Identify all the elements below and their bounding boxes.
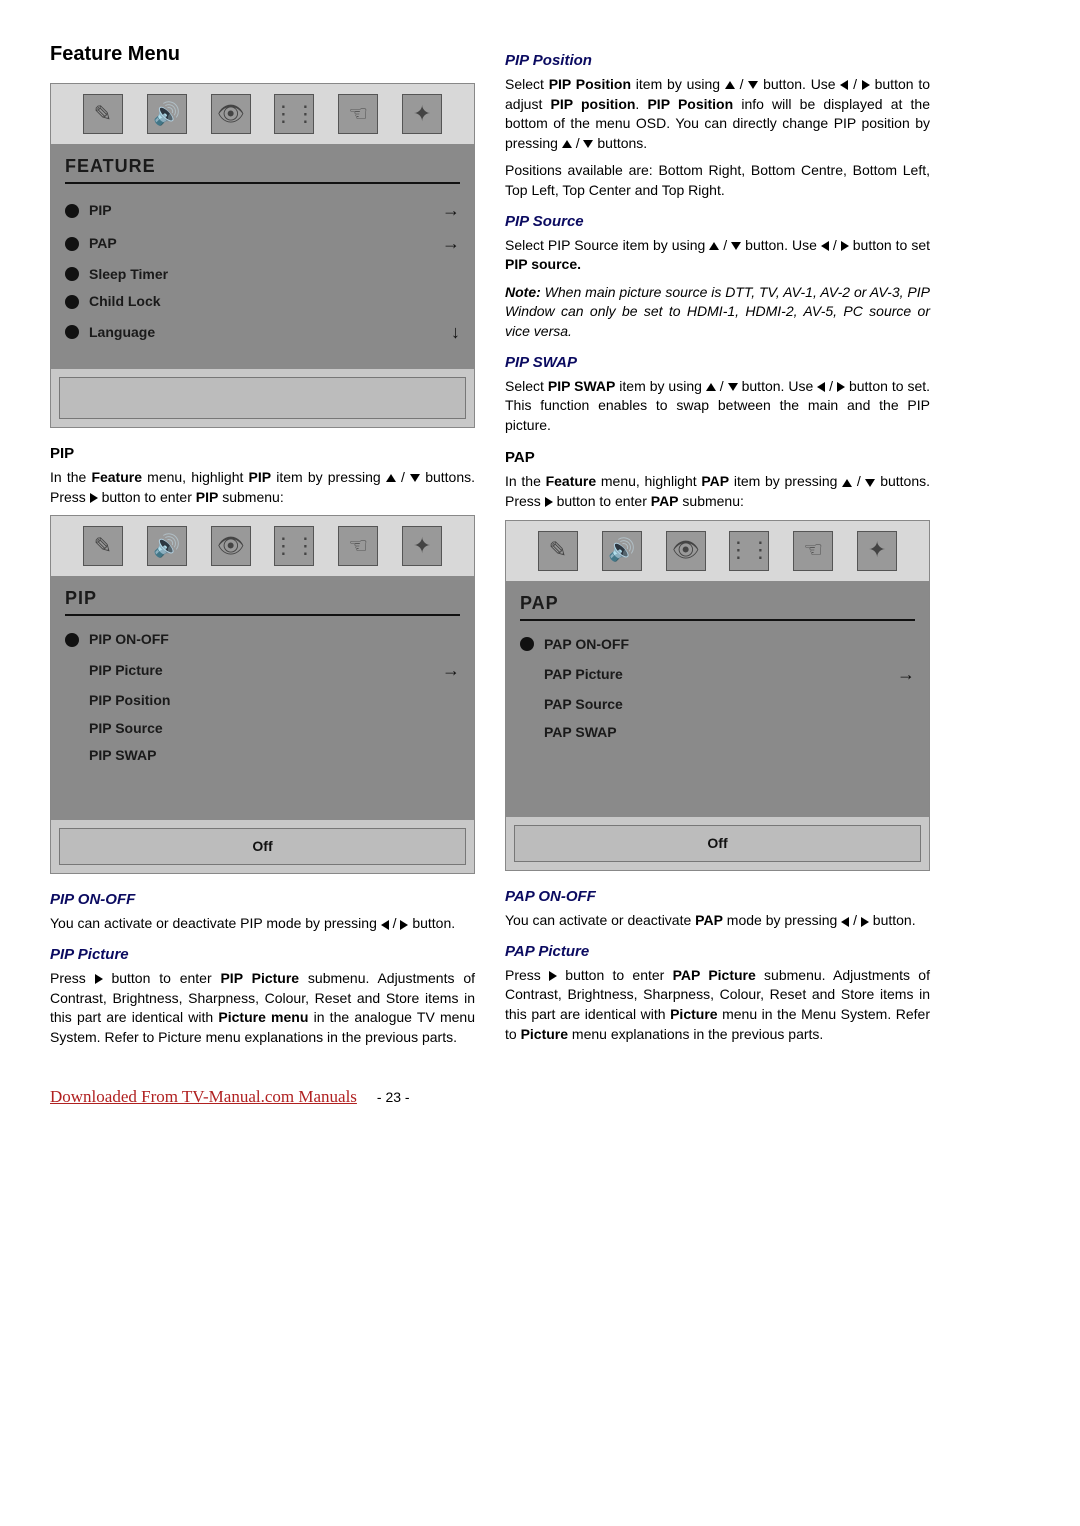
pip-position-heading: PIP Position: [505, 50, 930, 71]
left-icon: [817, 382, 825, 392]
pip-picture-text: Press button to enter PIP Picture submen…: [50, 969, 475, 1047]
list-item: PAP Picture→: [520, 658, 915, 691]
left-icon: [381, 920, 389, 930]
left-column: Feature Menu ✎ 🔊 👁 ⋮⋮ ☜ ✦ FEATURE PIP→ P…: [50, 40, 475, 1055]
list-item: PAP Source: [520, 691, 915, 719]
download-link[interactable]: Downloaded From TV-Manual.com Manuals: [50, 1085, 357, 1109]
brush-icon: ✎: [538, 531, 578, 571]
list-item: PAP SWAP: [520, 719, 915, 747]
speaker-icon: 🔊: [147, 526, 187, 566]
right-icon: [400, 920, 408, 930]
right-icon: [545, 497, 553, 507]
list-item: PIP SWAP: [65, 742, 460, 770]
up-icon: [706, 383, 716, 391]
pip-swap-heading: PIP SWAP: [505, 352, 930, 373]
down-icon: [728, 383, 738, 391]
speaker-icon: 🔊: [602, 531, 642, 571]
osd-icon-row: ✎ 🔊 👁 ⋮⋮ ☜ ✦: [51, 84, 474, 144]
pip-source-text: Select PIP Source item by using / button…: [505, 236, 930, 275]
list-item: PIP Source: [65, 715, 460, 743]
dots-icon: ⋮⋮: [274, 526, 314, 566]
pap-picture-text: Press button to enter PAP Picture submen…: [505, 966, 930, 1044]
left-icon: [841, 917, 849, 927]
pap-intro: In the Feature menu, highlight PAP item …: [505, 472, 930, 511]
pip-osd: ✎ 🔊 👁 ⋮⋮ ☜ ✦ PIP PIP ON-OFF PIP Picture→…: [50, 515, 475, 874]
pip-onoff-text: You can activate or deactivate PIP mode …: [50, 914, 475, 934]
right-icon: [837, 382, 845, 392]
list-item: PIP Position: [65, 687, 460, 715]
right-column: PIP Position Select PIP Position item by…: [505, 40, 930, 1055]
tool-icon: ✦: [402, 94, 442, 134]
list-item: PIP ON-OFF: [65, 626, 460, 654]
brush-icon: ✎: [83, 94, 123, 134]
down-icon: [748, 81, 758, 89]
hand-icon: ☜: [338, 526, 378, 566]
pip-picture-heading: PIP Picture: [50, 944, 475, 965]
tool-icon: ✦: [857, 531, 897, 571]
right-icon: [95, 974, 103, 984]
down-icon: [731, 242, 741, 250]
pap-heading: PAP: [505, 447, 930, 468]
brush-icon: ✎: [83, 526, 123, 566]
down-icon: [865, 479, 875, 487]
pap-osd-footer: Off: [514, 825, 921, 863]
right-icon: [862, 80, 870, 90]
right-icon: [549, 971, 557, 981]
right-icon: [861, 917, 869, 927]
left-icon: [821, 241, 829, 251]
osd-icon-row: ✎ 🔊 👁 ⋮⋮ ☜ ✦: [506, 521, 929, 581]
pap-osd: ✎ 🔊 👁 ⋮⋮ ☜ ✦ PAP PAP ON-OFF PAP Picture→…: [505, 520, 930, 872]
pip-heading: PIP: [50, 443, 475, 464]
pip-swap-text: Select PIP SWAP item by using / button. …: [505, 377, 930, 436]
pip-position-text: Select PIP Position item by using / butt…: [505, 75, 930, 153]
pip-source-heading: PIP Source: [505, 211, 930, 232]
up-icon: [386, 474, 396, 482]
feature-osd: ✎ 🔊 👁 ⋮⋮ ☜ ✦ FEATURE PIP→ PAP→ Sleep Tim…: [50, 83, 475, 428]
list-item: PAP ON-OFF: [520, 631, 915, 659]
pip-intro: In the Feature menu, highlight PIP item …: [50, 468, 475, 507]
pap-onoff-text: You can activate or deactivate PAP mode …: [505, 911, 930, 931]
pap-osd-title: PAP: [520, 591, 915, 621]
list-item: Language↓: [65, 316, 460, 349]
down-icon: [583, 140, 593, 148]
tool-icon: ✦: [402, 526, 442, 566]
up-icon: [725, 81, 735, 89]
feature-osd-title: FEATURE: [65, 154, 460, 184]
list-item: PAP→: [65, 227, 460, 260]
dots-icon: ⋮⋮: [274, 94, 314, 134]
down-icon: [410, 474, 420, 482]
left-icon: [840, 80, 848, 90]
hand-icon: ☜: [338, 94, 378, 134]
pap-picture-heading: PAP Picture: [505, 941, 930, 962]
speaker-icon: 🔊: [147, 94, 187, 134]
right-icon: [90, 493, 98, 503]
list-item: PIP Picture→: [65, 654, 460, 687]
eye-icon: 👁: [211, 94, 251, 134]
page-number: - 23 -: [377, 1088, 410, 1108]
up-icon: [709, 242, 719, 250]
hand-icon: ☜: [793, 531, 833, 571]
pip-osd-footer: Off: [59, 828, 466, 866]
eye-icon: 👁: [211, 526, 251, 566]
pip-onoff-heading: PIP ON-OFF: [50, 889, 475, 910]
up-icon: [842, 479, 852, 487]
list-item: PIP→: [65, 194, 460, 227]
list-item: Child Lock: [65, 288, 460, 316]
pip-osd-title: PIP: [65, 586, 460, 616]
right-icon: [841, 241, 849, 251]
list-item: Sleep Timer: [65, 261, 460, 289]
eye-icon: 👁: [666, 531, 706, 571]
osd-icon-row: ✎ 🔊 👁 ⋮⋮ ☜ ✦: [51, 516, 474, 576]
up-icon: [562, 140, 572, 148]
dots-icon: ⋮⋮: [729, 531, 769, 571]
pap-onoff-heading: PAP ON-OFF: [505, 886, 930, 907]
pip-position-text2: Positions available are: Bottom Right, B…: [505, 161, 930, 200]
page-title: Feature Menu: [50, 40, 475, 68]
pip-source-note: Note: When main picture source is DTT, T…: [505, 283, 930, 342]
